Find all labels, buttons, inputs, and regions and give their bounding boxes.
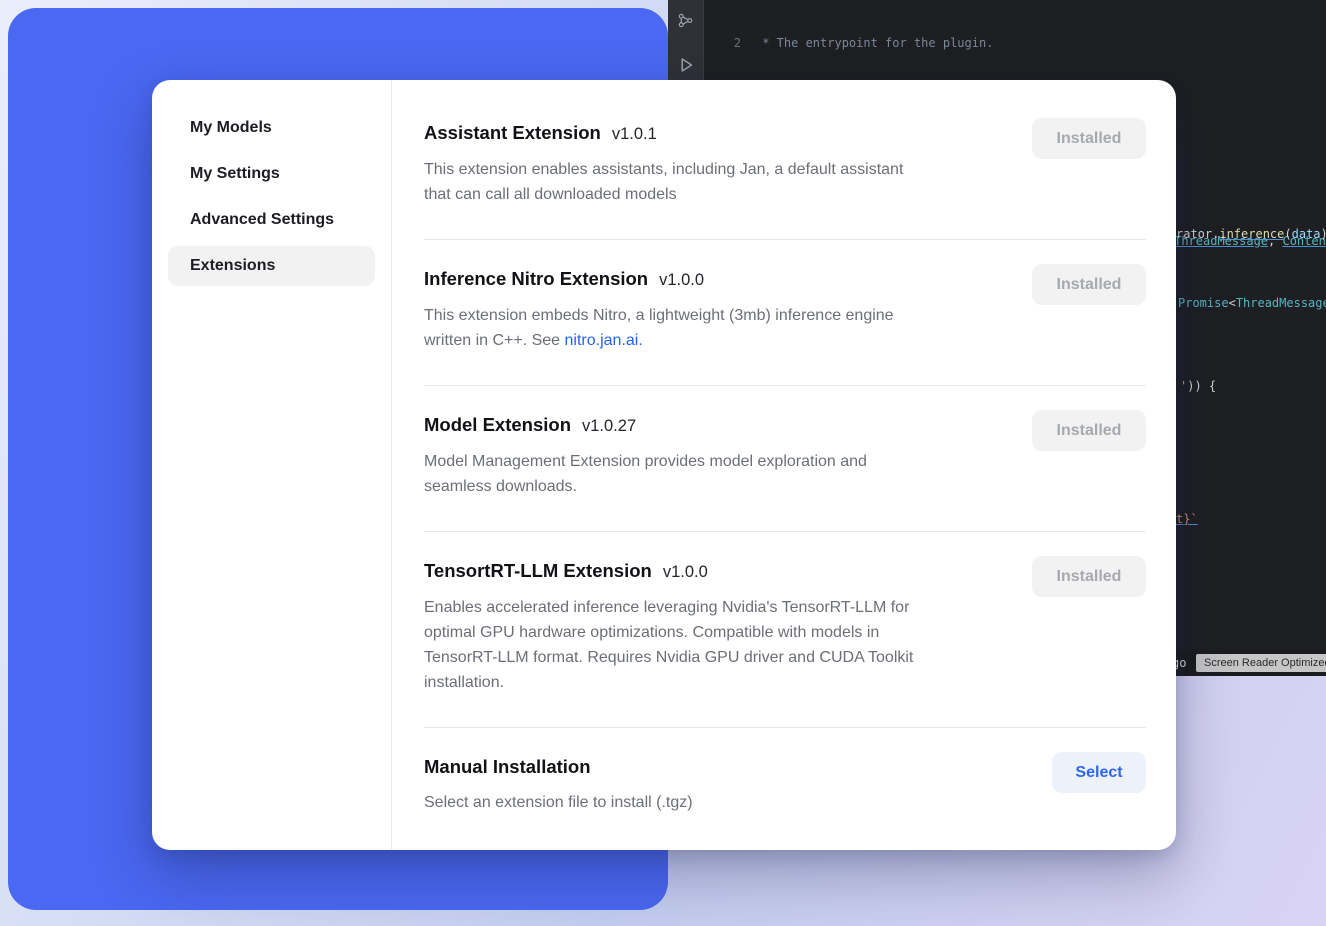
line-number: 2 (705, 35, 741, 52)
installed-button[interactable]: Installed (1032, 264, 1146, 305)
settings-sidebar: My Models My Settings Advanced Settings … (152, 80, 392, 850)
nitro-link[interactable]: nitro.jan.ai. (565, 332, 643, 349)
extension-row-assistant: Assistant Extension v1.0.1 This extensio… (424, 94, 1146, 239)
code-fragment: rator.inference(data)); (1176, 226, 1326, 242)
installed-button[interactable]: Installed (1032, 118, 1146, 159)
extension-description: This extension enables assistants, inclu… (424, 157, 903, 207)
extension-title: Model Extension v1.0.27 (424, 412, 867, 439)
extension-description: This extension embeds Nitro, a lightweig… (424, 303, 894, 353)
extension-title: Assistant Extension v1.0.1 (424, 120, 903, 147)
screen-reader-badge[interactable]: Screen Reader Optimized (1196, 654, 1326, 672)
sidebar-item-extensions[interactable]: Extensions (168, 246, 375, 286)
extension-version: v1.0.0 (659, 267, 704, 293)
code-fragment: t}` (1176, 511, 1198, 527)
installed-button[interactable]: Installed (1032, 556, 1146, 597)
git-graph-icon[interactable] (677, 12, 694, 29)
code-fragment: ')) { (1180, 378, 1216, 394)
sidebar-item-advanced-settings[interactable]: Advanced Settings (168, 200, 375, 240)
extension-title: Inference Nitro Extension v1.0.0 (424, 266, 894, 293)
select-button[interactable]: Select (1052, 752, 1146, 793)
extension-version: v1.0.27 (582, 413, 636, 439)
play-icon[interactable] (676, 55, 696, 75)
extension-description: Enables accelerated inference leveraging… (424, 595, 913, 695)
extension-row-nitro: Inference Nitro Extension v1.0.0 This ex… (424, 240, 1146, 385)
extension-version: v1.0.1 (612, 121, 657, 147)
manual-installation-row: Manual Installation Select an extension … (424, 728, 1146, 847)
extension-row-tensorrt: TensortRT-LLM Extension v1.0.0 Enables a… (424, 532, 1146, 727)
extension-name: TensortRT-LLM Extension (424, 558, 652, 584)
extension-name: Inference Nitro Extension (424, 266, 648, 292)
manual-installation-description: Select an extension file to install (.tg… (424, 790, 693, 815)
extension-name: Model Extension (424, 412, 571, 438)
extension-name: Assistant Extension (424, 120, 601, 146)
code-fragment: Promise<ThreadMessage> (1178, 295, 1326, 311)
settings-modal: My Models My Settings Advanced Settings … (152, 80, 1176, 850)
code-line: 2 * The entrypoint for the plugin. (705, 35, 1326, 52)
desktop-background: 2 * The entrypoint for the plugin. 3 */ … (0, 0, 1326, 926)
manual-installation-title: Manual Installation (424, 754, 693, 780)
sidebar-item-my-models[interactable]: My Models (168, 108, 375, 148)
installed-button[interactable]: Installed (1032, 410, 1146, 451)
extensions-list: Assistant Extension v1.0.1 This extensio… (392, 80, 1176, 850)
extension-description: Model Management Extension provides mode… (424, 449, 867, 499)
sidebar-item-my-settings[interactable]: My Settings (168, 154, 375, 194)
extension-row-model: Model Extension v1.0.27 Model Management… (424, 386, 1146, 531)
extension-version: v1.0.0 (663, 559, 708, 585)
extension-title: TensortRT-LLM Extension v1.0.0 (424, 558, 913, 585)
